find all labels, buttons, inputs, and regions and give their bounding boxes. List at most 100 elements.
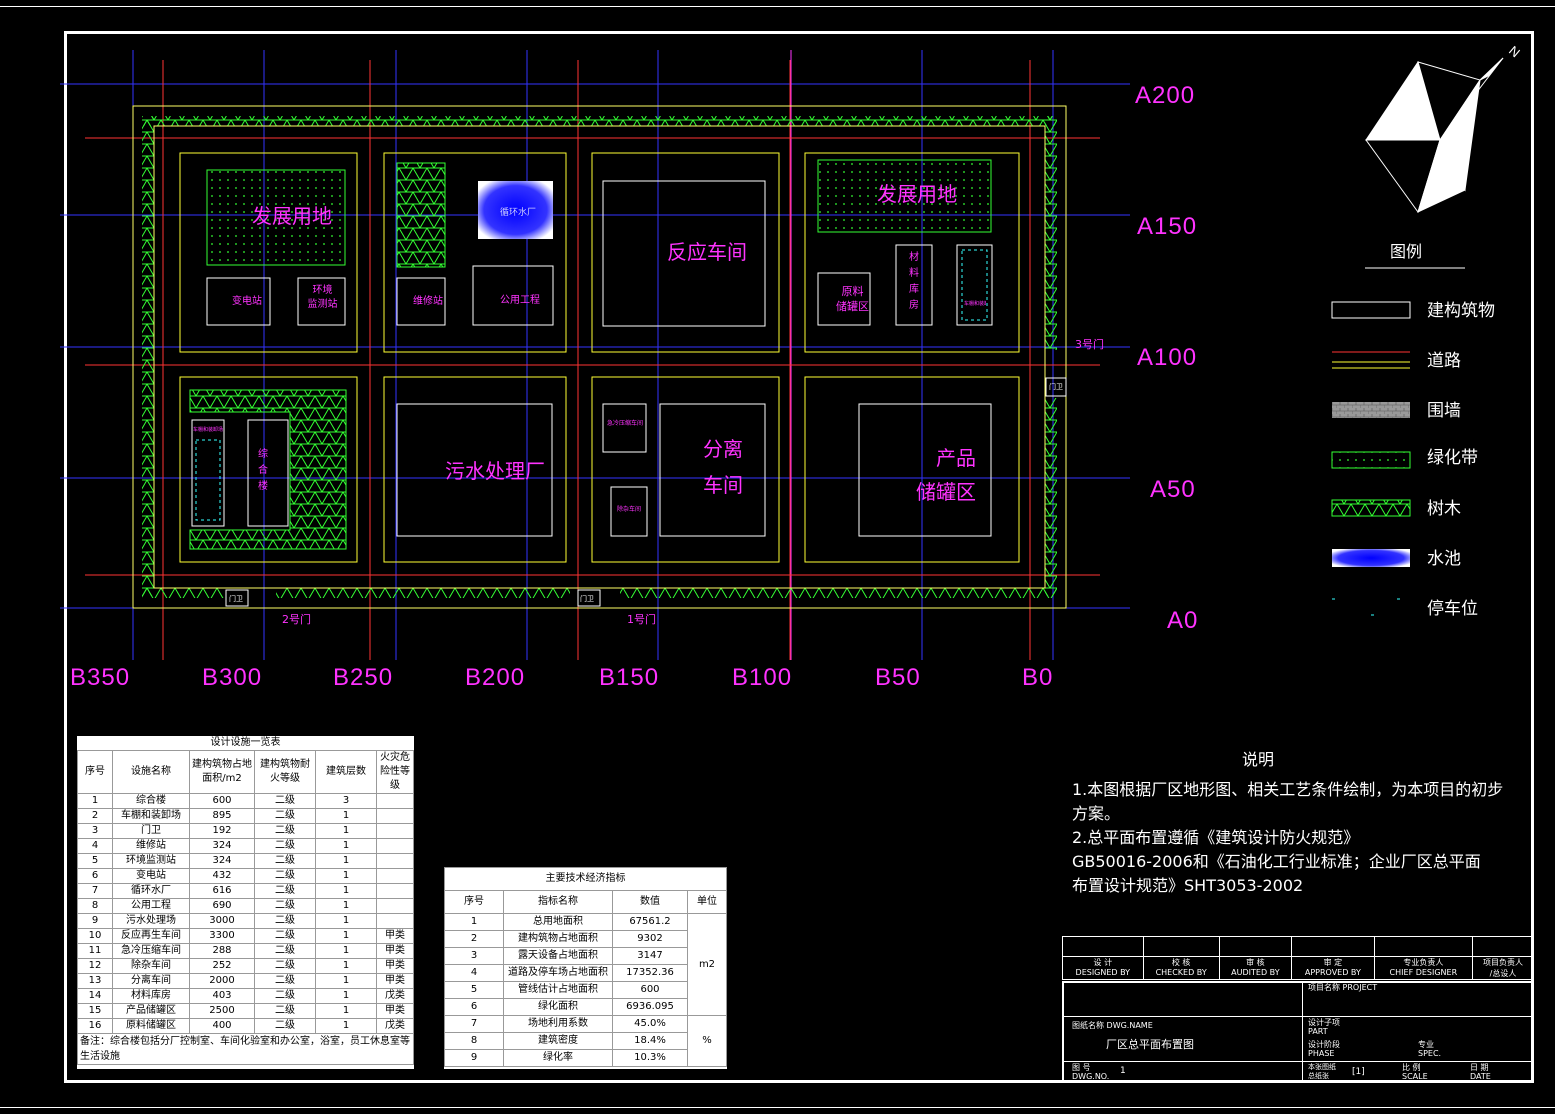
axis-b150: B150 <box>599 664 660 691</box>
indicators-cell: 4 <box>444 964 504 982</box>
indicators-cell: 3 <box>444 947 504 965</box>
axis-b0: B0 <box>1022 664 1054 691</box>
facilities-cell: 3000 <box>189 913 255 929</box>
facilities-cell: 车棚和装卸场 <box>112 808 190 824</box>
ind-h-0: 序号 <box>444 890 504 914</box>
tree-belt-right-top <box>1045 116 1057 350</box>
facilities-cell: 门卫 <box>112 823 190 839</box>
facilities-cell: 1 <box>315 883 377 899</box>
facilities-cell: 13 <box>77 973 113 989</box>
facilities-cell: 3 <box>77 823 113 839</box>
facilities-cell <box>376 913 414 929</box>
label-sewage: 污水处理厂 <box>445 459 545 483</box>
facilities-row: 1 综合楼 600 二级 3 <box>77 793 414 809</box>
facilities-cell: 二级 <box>254 943 316 959</box>
legend-parking: 停车位 <box>1427 599 1478 619</box>
label-guard-1: 门卫 <box>229 595 243 603</box>
facilities-cell: 1 <box>315 808 377 824</box>
facilities-cell <box>376 838 414 854</box>
facilities-cell: 5 <box>77 853 113 869</box>
tb-designed: 设 计 DESIGNED BY <box>1062 956 1144 980</box>
facilities-cell: 反应再生车间 <box>112 928 190 944</box>
facilities-cell: 二级 <box>254 883 316 899</box>
facilities-cell: 1 <box>315 898 377 914</box>
title-block: 设 计 DESIGNED BY 校 核 CHECKED BY 审 核 AUDIT… <box>1062 936 1534 1083</box>
label-removal: 除杂车间 <box>616 506 641 513</box>
facilities-cell: 2000 <box>189 973 255 989</box>
tb-approved: 审 定 APPROVED BY <box>1291 956 1375 980</box>
tb-dwg-no-label: 图 号 DWG.NO. <box>1072 1063 1110 1081</box>
facilities-cell: 分离车间 <box>112 973 190 989</box>
indicators-cell: 绿化率 <box>503 1049 613 1067</box>
facilities-cell: 二级 <box>254 988 316 1004</box>
tb-part: 设计子项 PART <box>1308 1018 1340 1036</box>
facilities-row: 4 维修站 324 二级 1 <box>77 838 414 854</box>
facilities-cell <box>376 793 414 809</box>
label-gate3: 3号门 <box>1075 338 1104 351</box>
label-product: 产品 储罐区 <box>916 446 976 504</box>
facilities-cell: 1 <box>315 943 377 959</box>
facilities-cell: 252 <box>189 958 255 974</box>
tb-audited: 审 核 AUDITED BY <box>1218 956 1293 980</box>
facilities-row: 16 原料储罐区 400 二级 1 戊类 <box>77 1018 414 1034</box>
facilities-cell <box>376 853 414 869</box>
facilities-cell: 12 <box>77 958 113 974</box>
facilities-cell: 二级 <box>254 793 316 809</box>
legend-trees: 树木 <box>1427 499 1461 519</box>
facilities-cell: 甲类 <box>376 943 414 959</box>
label-material-store: 材 料 库 房 <box>909 252 919 311</box>
facilities-cell: 二级 <box>254 913 316 929</box>
facilities-cell: 192 <box>189 823 255 839</box>
facilities-cell: 9 <box>77 913 113 929</box>
facilities-row: 10 反应再生车间 3300 二级 1 甲类 <box>77 928 414 944</box>
indicators-cell: 露天设备占地面积 <box>503 947 613 965</box>
facilities-cell: 324 <box>189 838 255 854</box>
axis-a50: A50 <box>1150 476 1196 503</box>
facilities-row: 3 门卫 192 二级 1 <box>77 823 414 839</box>
tb-dwg-name: 厂区总平面布置图 <box>1106 1038 1194 1051</box>
tb-date-label: 日 期 DATE <box>1470 1063 1491 1081</box>
notes-line: GB50016-2006和《石油化工行业标准；企业厂区总平面 <box>1072 852 1481 871</box>
indicators-cell: 5 <box>444 981 504 999</box>
indicators-row: 2 建构筑物占地面积 9302 <box>444 930 727 948</box>
notes-line: 2.总平面布置遵循《建筑设计防火规范》 <box>1072 828 1360 847</box>
trees-block5 <box>189 389 347 550</box>
label-pool: 循环水厂 <box>500 208 537 218</box>
indicators-row: 3 露天设备占地面积 3147 <box>444 947 727 965</box>
facilities-row: 6 变电站 432 二级 1 <box>77 868 414 884</box>
indicators-cell: 6 <box>444 998 504 1016</box>
facilities-cell: 16 <box>77 1018 113 1034</box>
facilities-cell: 2500 <box>189 1003 255 1019</box>
facilities-cell <box>376 823 414 839</box>
facilities-cell: 600 <box>189 793 255 809</box>
axis-b100: B100 <box>732 664 793 691</box>
facilities-cell: 11 <box>77 943 113 959</box>
label-substation: 变电站 <box>232 296 262 307</box>
indicators-title: 主要技术经济指标 <box>444 867 727 891</box>
facilities-cell: 二级 <box>254 973 316 989</box>
facilities-cell: 2 <box>77 808 113 824</box>
facilities-row: 5 环境监测站 324 二级 1 <box>77 853 414 869</box>
facilities-cell: 288 <box>189 943 255 959</box>
facilities-cell: 二级 <box>254 853 316 869</box>
ind-h-3: 单位 <box>687 890 727 914</box>
facilities-cell: 1 <box>315 1018 377 1034</box>
facilities-cell <box>376 868 414 884</box>
tree-belt-right-bottom <box>1045 398 1057 596</box>
compass-n: N <box>1506 43 1523 61</box>
indicators-unit-pct: % <box>687 1015 727 1067</box>
facilities-cell: 材料库房 <box>112 988 190 1004</box>
facilities-cell: 616 <box>189 883 255 899</box>
indicators-unit-m2: m2 <box>687 913 727 1016</box>
legend-green-belt: 绿化带 <box>1427 448 1478 468</box>
fac-h-2: 建构筑物占地面积/m2 <box>189 750 255 794</box>
axis-a0: A0 <box>1167 607 1199 634</box>
tree-belt-top <box>142 116 1057 126</box>
facilities-cell: 432 <box>189 868 255 884</box>
facilities-cell: 除杂车间 <box>112 958 190 974</box>
indicators-cell: 绿化面积 <box>503 998 613 1016</box>
label-guard-2: 门卫 <box>580 595 594 603</box>
indicators-cell: 6936.095 <box>612 998 688 1016</box>
facilities-cell: 1 <box>315 853 377 869</box>
facilities-table: 设计设施一览表 序号 设施名称 建构筑物占地面积/m2 建构筑物耐火等级 建筑层… <box>77 736 414 1069</box>
